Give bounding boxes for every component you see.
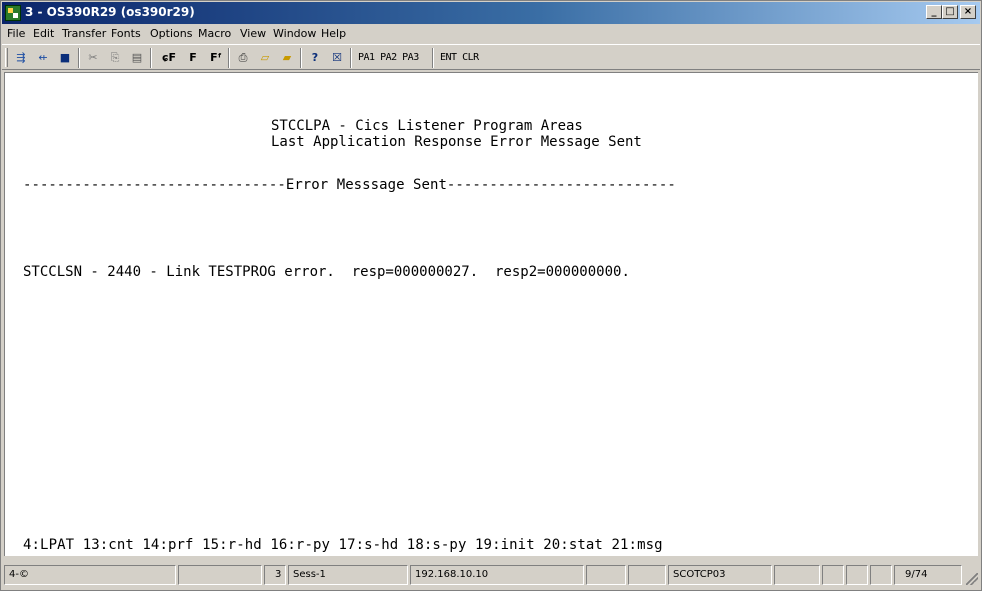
menu-window[interactable]: Window [273,27,316,40]
maximize-button[interactable]: □ [942,5,958,19]
open-file-icon[interactable]: ▱ [256,49,274,67]
paste-icon[interactable]: ▤ [128,49,146,67]
copy-icon[interactable]: ⎘ [106,49,124,67]
font-medium-icon[interactable]: F [184,49,202,67]
cut-icon[interactable]: ✂ [84,49,102,67]
send-file-icon[interactable]: ▰ [278,49,296,67]
screen-title: STCCLPA - Cics Listener Program Areas [271,118,583,134]
font-large-icon[interactable]: ɕF [158,49,180,67]
stop-icon[interactable]: ☒ [328,49,346,67]
toolbar-separator [300,48,302,68]
session-number: 3 [264,565,286,585]
status-blank [586,565,626,585]
status-blank [774,565,820,585]
menu-fonts[interactable]: Fonts [111,27,141,40]
host-ip: 192.168.10.10 [410,565,584,585]
send-icon[interactable]: ⇶ [12,49,30,67]
error-message: STCCLSN - 2440 - Link TESTPROG error. re… [23,264,630,280]
menu-view[interactable]: View [240,27,266,40]
status-blank [178,565,262,585]
toolbar-separator [150,48,152,68]
toolbar: ⇶ ⇷ ■ ✂ ⎘ ▤ ɕF F Fᶠ ⎙ ▱ ▰ ? ☒ PA1 PA2 PA… [2,44,980,70]
help-icon[interactable]: ? [306,49,324,67]
status-blank [846,565,868,585]
menu-macro[interactable]: Macro [198,27,231,40]
emulator-window: 3 - OS390R29 (os390r29) _ □ × File Edit … [0,0,982,591]
toolbar-separator [350,48,352,68]
lu-name: SCOTCP03 [668,565,772,585]
title-bar[interactable]: 3 - OS390R29 (os390r29) _ □ × [2,2,980,24]
toolbar-separator [432,48,434,68]
menu-help[interactable]: Help [321,27,346,40]
minimize-button[interactable]: _ [926,5,942,19]
section-separator: -------------------------------Error Mes… [23,177,676,193]
menu-bar: File Edit Transfer Fonts Options Macro V… [2,25,980,43]
menu-file[interactable]: File [7,27,25,40]
menu-edit[interactable]: Edit [33,27,54,40]
terminal-screen[interactable]: STCCLPA - Cics Listener Program Areas La… [4,72,978,556]
receive-icon[interactable]: ⇷ [34,49,52,67]
resize-grip-icon[interactable] [966,573,978,585]
pa-keys-buttons[interactable]: PA1 PA2 PA3 [358,50,419,66]
menu-transfer[interactable]: Transfer [62,27,106,40]
save-icon[interactable]: ■ [56,49,74,67]
screen-subtitle: Last Application Response Error Message … [271,134,642,150]
toolbar-separator [228,48,230,68]
status-indicator: 4-© [4,565,176,585]
print-icon[interactable]: ⎙ [234,49,252,67]
status-blank [870,565,892,585]
menu-options[interactable]: Options [150,27,192,40]
app-icon [5,5,21,21]
cursor-position: 9/74 [894,565,962,585]
font-small-icon[interactable]: Fᶠ [206,49,226,67]
status-blank [822,565,844,585]
window-title: 3 - OS390R29 (os390r29) [25,5,195,19]
ent-clr-buttons[interactable]: ENT CLR [440,50,479,66]
toolbar-separator [78,48,80,68]
session-name: Sess-1 [288,565,408,585]
status-blank [628,565,666,585]
close-button[interactable]: × [960,5,976,19]
toolbar-grip[interactable] [5,48,8,67]
pf-key-legend: 4:LPAT 13:cnt 14:prf 15:r-hd 16:r-py 17:… [23,537,663,553]
status-bar: 4-© 3 Sess-1 192.168.10.10 SCOTCP03 9/74 [2,559,980,589]
